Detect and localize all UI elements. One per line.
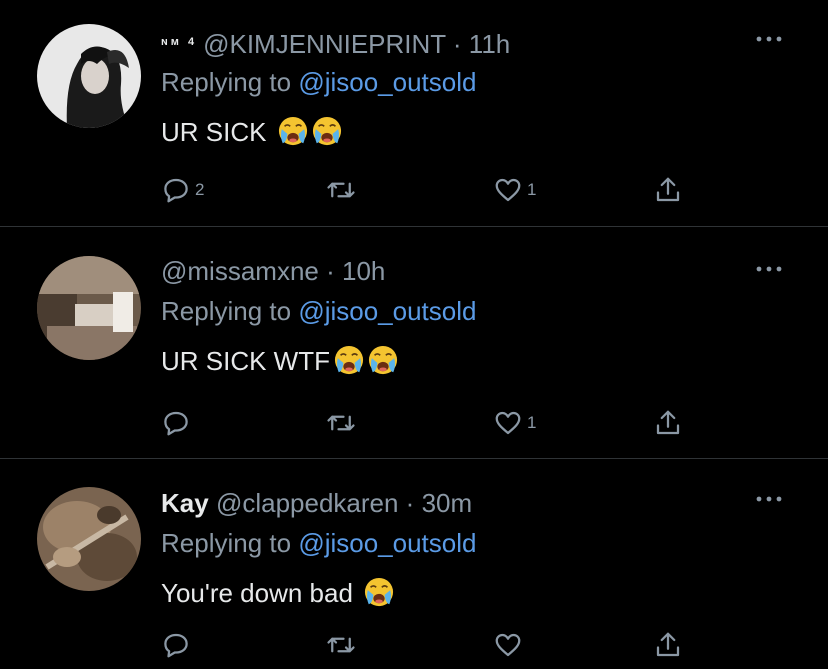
separator: · [318, 256, 342, 286]
retweet-icon [327, 637, 355, 653]
retweet-button[interactable] [326, 170, 360, 210]
retweet-icon [327, 415, 355, 431]
separator: · [445, 29, 469, 59]
loudly-crying-face-emoji [278, 116, 308, 146]
replying-to-link[interactable]: @jisoo_outsold [298, 528, 476, 558]
replying-prefix: Replying to [161, 296, 299, 326]
display-name[interactable]: Kay [161, 488, 209, 518]
tweet-content: Kay @clappedkaren · 30m Replying to @jis… [161, 485, 808, 611]
loudly-crying-face-emoji [312, 116, 342, 146]
tweet-text: UR SICK WTF [161, 343, 808, 379]
share-icon [656, 632, 680, 657]
share-icon [656, 410, 680, 435]
timestamp[interactable]: 30m [422, 488, 473, 518]
handle[interactable]: @missamxne [161, 256, 319, 286]
tweet-actions: 1 [161, 403, 701, 443]
share-button[interactable] [653, 170, 683, 210]
replying-to-line: Replying to @jisoo_outsold [161, 525, 808, 561]
timestamp[interactable]: 11h [469, 29, 510, 59]
more-icon[interactable] [754, 263, 784, 275]
more-icon[interactable] [754, 33, 784, 45]
tweet-text-body: UR SICK [161, 117, 267, 147]
retweet-button[interactable] [326, 403, 360, 443]
tweet-actions [161, 625, 701, 665]
replying-to-line: Replying to @jisoo_outsold [161, 293, 808, 329]
tweet-text: UR SICK [161, 114, 808, 150]
tweet-content: @missamxne · 10h Replying to @jisoo_outs… [161, 253, 808, 379]
like-button[interactable]: 1 [493, 170, 536, 210]
tweet-header: @missamxne · 10h [161, 253, 808, 289]
tweet-content: ɴᴍ 4 @KIMJENNIEPRINT · 11h Replying to @j… [161, 24, 808, 150]
like-button[interactable]: 1 [493, 403, 536, 443]
separator: · [398, 488, 422, 518]
loudly-crying-face-emoji [368, 345, 398, 375]
heart-icon [495, 633, 521, 657]
reply-count: 2 [195, 180, 205, 199]
retweet-icon [327, 182, 355, 198]
like-button[interactable] [493, 625, 527, 665]
reply-button[interactable] [161, 403, 195, 443]
tweet-header: Kay @clappedkaren · 30m [161, 485, 808, 521]
like-count: 1 [527, 180, 537, 199]
timestamp[interactable]: 10h [342, 256, 385, 286]
reply-icon [164, 411, 188, 436]
display-name[interactable]: ɴᴍ 4 [161, 36, 197, 48]
reply-button[interactable] [161, 625, 195, 665]
tweet-item[interactable]: @missamxne · 10h Replying to @jisoo_outs… [0, 227, 828, 459]
tweet-text: You're down bad [161, 575, 808, 611]
retweet-button[interactable] [326, 625, 360, 665]
reply-button[interactable]: 2 [161, 170, 204, 210]
avatar[interactable] [37, 256, 141, 360]
tweet-text-body: You're down bad [161, 578, 353, 608]
share-icon [656, 177, 680, 202]
share-button[interactable] [653, 625, 683, 665]
reply-feed: ɴᴍ 4 @KIMJENNIEPRINT · 11h Replying to @j… [0, 0, 828, 669]
reply-icon [164, 178, 188, 203]
handle[interactable]: @clappedkaren [216, 488, 399, 518]
handle[interactable]: @KIMJENNIEPRINT [203, 29, 446, 59]
replying-to-link[interactable]: @jisoo_outsold [298, 67, 476, 97]
loudly-crying-face-emoji [334, 345, 364, 375]
replying-to-line: Replying to @jisoo_outsold [161, 64, 808, 100]
like-count: 1 [527, 413, 537, 432]
share-button[interactable] [653, 403, 683, 443]
more-icon[interactable] [754, 493, 784, 505]
replying-prefix: Replying to [161, 528, 299, 558]
tweet-actions: 2 1 [161, 170, 701, 210]
heart-icon [495, 178, 521, 202]
tweet-item[interactable]: Kay @clappedkaren · 30m Replying to @jis… [0, 459, 828, 669]
replying-prefix: Replying to [161, 67, 299, 97]
replying-to-link[interactable]: @jisoo_outsold [298, 296, 476, 326]
avatar[interactable] [37, 24, 141, 128]
loudly-crying-face-emoji [364, 577, 394, 607]
tweet-header: ɴᴍ 4 @KIMJENNIEPRINT · 11h [161, 24, 808, 60]
avatar[interactable] [37, 487, 141, 591]
reply-icon [164, 633, 188, 658]
heart-icon [495, 411, 521, 435]
tweet-item[interactable]: ɴᴍ 4 @KIMJENNIEPRINT · 11h Replying to @j… [0, 0, 828, 227]
tweet-text-body: UR SICK WTF [161, 346, 330, 376]
